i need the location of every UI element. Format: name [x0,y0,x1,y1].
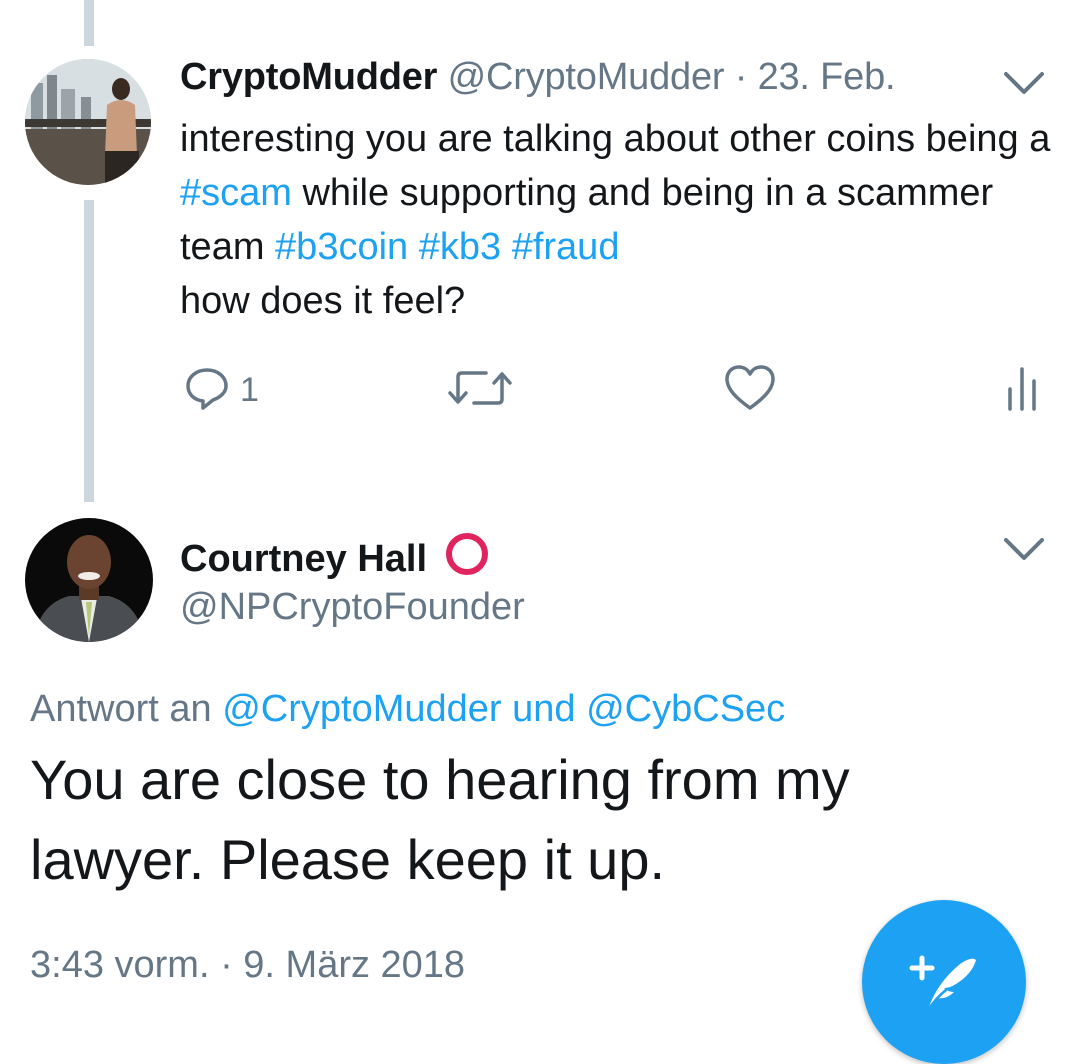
reply-context: Antwort an @CryptoMudder und @CybCSec [30,688,785,731]
tweet1-separator: · [734,56,748,98]
tweet1-header: CryptoMudder @CryptoMudder · 23. Feb. [180,56,896,99]
red-circle-icon [443,530,491,588]
hashtag-fraud[interactable]: #fraud [512,226,620,268]
reply-icon [184,365,230,416]
tweet2-handle[interactable]: @NPCryptoFounder [180,586,525,629]
like-action[interactable] [724,362,776,418]
reply-and[interactable]: und [512,688,575,730]
reply-mention-cryptomudder[interactable]: @CryptoMudder [222,688,501,730]
analytics-icon [1004,365,1044,416]
thread-line [84,200,94,502]
avatar-courtney-hall[interactable] [25,518,153,642]
tweet1-date[interactable]: 23. Feb. [758,56,896,98]
reply-count: 1 [240,370,259,409]
tweet1-text-part: interesting you are talking about other … [180,118,1051,160]
retweet-icon [448,365,512,416]
analytics-action[interactable] [1004,362,1044,418]
compose-tweet-icon [909,955,976,1012]
hashtag-kb3[interactable]: #kb3 [419,226,501,268]
reply-mention-cybcsec[interactable]: @CybCSec [586,688,785,730]
avatar-cryptomudder[interactable] [25,59,151,185]
hashtag-b3coin[interactable]: #b3coin [275,226,408,268]
tweet1-display-name[interactable]: CryptoMudder [180,56,437,98]
tweet2-display-name[interactable]: Courtney Hall [180,538,427,581]
tweet2-text: You are close to hearing from my lawyer.… [30,748,850,891]
reply-action[interactable]: 1 [184,362,259,418]
thread-line-top [84,0,94,46]
tweet1-text-space [501,226,512,268]
retweet-action[interactable] [448,362,512,418]
hashtag-scam[interactable]: #scam [180,172,292,214]
chevron-down-icon[interactable] [1000,68,1048,98]
compose-tweet-button[interactable] [862,900,1026,1064]
tweet1-text: interesting you are talking about other … [180,112,1060,328]
tweet1-text-space [408,226,419,268]
reply-prefix: Antwort an [30,688,212,730]
chevron-down-icon[interactable] [1000,534,1048,564]
tweet1-handle[interactable]: @CryptoMudder [448,56,725,98]
tweet2-timestamp: 3:43 vorm. · 9. März 2018 [30,944,466,986]
like-icon [724,364,776,417]
tweet2-name-row: Courtney Hall [180,530,491,588]
tweet1-text-part: how does it feel? [180,280,466,322]
